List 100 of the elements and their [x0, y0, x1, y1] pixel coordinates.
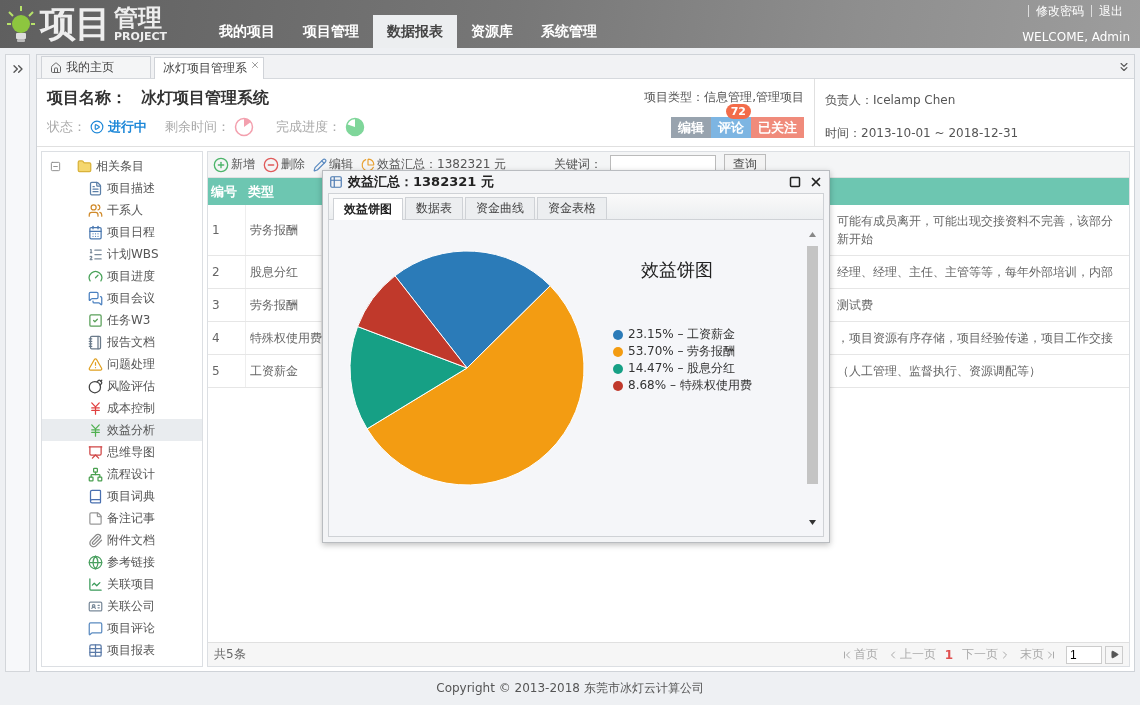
tree-item[interactable]: 流程设计 — [42, 463, 202, 485]
table-cell: 2 — [208, 255, 245, 289]
play-icon — [1109, 650, 1119, 659]
tree-item[interactable]: 关联项目 — [42, 573, 202, 595]
table-cell: 工资薪金 — [245, 354, 321, 388]
remaining-label: 剩余时间： — [165, 118, 230, 136]
tree-item[interactable]: 附件文档 — [42, 529, 202, 551]
tree-item[interactable]: 问题处理 — [42, 353, 202, 375]
table-cell: 4 — [208, 321, 245, 355]
table-cell-text: 可能有成员离开，可能出现交接资料不完善，该部分新开始 — [837, 213, 1114, 248]
tree-item[interactable]: 项目评论 — [42, 617, 202, 639]
document-icon — [88, 180, 103, 196]
table-cell: 劳务报酬 — [245, 288, 321, 322]
note-icon — [88, 510, 103, 526]
calendar-icon — [88, 224, 103, 240]
close-icon[interactable] — [809, 175, 823, 189]
tree-root[interactable]: 相关条目 — [96, 157, 144, 175]
table-icon — [329, 175, 343, 189]
table-cell: 5 — [208, 354, 245, 388]
warning-icon — [88, 356, 103, 372]
current-page: 1 — [944, 647, 953, 662]
progress-label: 完成进度： — [276, 118, 341, 136]
dialog-tab[interactable]: 数据表 — [405, 197, 463, 219]
id-card-icon — [88, 598, 103, 614]
column-header: 类型 — [245, 178, 321, 205]
pie-chart-icon — [361, 157, 375, 172]
edit-button[interactable]: 编辑 — [313, 156, 353, 173]
home-icon — [50, 61, 62, 74]
bomb-icon — [88, 378, 103, 394]
nav-tab[interactable]: 系统管理 — [527, 15, 611, 48]
add-button[interactable]: 新增 — [213, 156, 255, 173]
legend-label: 8.68% – 特殊权使用费 — [628, 377, 752, 394]
welcome-text: WELCOME, Admin — [1022, 30, 1130, 44]
delete-button[interactable]: 删除 — [263, 156, 305, 173]
status-label: 状态： — [47, 118, 86, 136]
network-icon — [88, 466, 103, 482]
tree-item[interactable]: 成本控制 — [42, 397, 202, 419]
nav-tab[interactable]: 资源库 — [457, 15, 527, 48]
page-field[interactable]: 1 — [1066, 645, 1102, 664]
yen-icon — [88, 400, 103, 416]
page-tab[interactable]: 我的主页 — [41, 56, 151, 78]
column-header: 编号 — [208, 178, 245, 205]
table-cell: 股息分红 — [245, 255, 321, 289]
project-type: 项目类型：信息管理,管理项目 — [644, 89, 804, 106]
pie-icon — [345, 117, 365, 137]
dialog-tab[interactable]: 效益饼图 — [333, 198, 403, 220]
tree-item[interactable]: 关联公司 — [42, 595, 202, 617]
lightbulb-icon — [6, 4, 36, 44]
tree-item[interactable]: 报告文档 — [42, 331, 202, 353]
project-name-label: 项目名称： — [47, 88, 127, 109]
total-count: 共5条 — [214, 646, 246, 663]
table-cell-text: ，项目资源有序存储，项目经验传递，项目工作交接 — [837, 330, 1114, 347]
tree-item[interactable]: 项目日程 — [42, 221, 202, 243]
project-name: 冰灯项目管理系统 — [141, 88, 269, 109]
copyright-text: Copyright © 2013-2018 东莞市冰灯云计算公司 — [436, 680, 704, 697]
logo-title: 项目 — [40, 6, 110, 42]
period-text: 时间：2013-10-01 ~ 2018-12-31 — [825, 125, 1020, 142]
tree-item[interactable]: 项目报表 — [42, 639, 202, 661]
summary-button[interactable]: 效益汇总：1382321 元 — [361, 156, 507, 173]
tree-item[interactable]: 项目会议 — [42, 287, 202, 309]
page-tab[interactable]: 冰灯项目管理系 — [154, 57, 264, 79]
table-icon — [88, 642, 103, 658]
tree-item[interactable]: 思维导图 — [42, 441, 202, 463]
table-cell-text: 测试费 — [837, 297, 874, 314]
tree-item[interactable]: 项目描述 — [42, 177, 202, 199]
chart-title: 效益饼图 — [641, 258, 714, 282]
nav-tab[interactable]: 我的项目 — [205, 15, 289, 48]
dialog-tab[interactable]: 资金表格 — [537, 197, 607, 219]
table-cell-text: 经理、经理、主任、主管等等，每年外部培训，内部 — [837, 264, 1114, 281]
tree-item[interactable]: 项目词典 — [42, 485, 202, 507]
tree-item[interactable]: 项目进度 — [42, 265, 202, 287]
go-button[interactable] — [1105, 645, 1123, 664]
nav-tab[interactable]: 项目管理 — [289, 15, 373, 48]
users-icon — [88, 202, 103, 218]
list-icon — [88, 246, 103, 262]
dialog-tab[interactable]: 资金曲线 — [465, 197, 535, 219]
keyword-label: 关键词： — [554, 156, 603, 173]
logo-subtitle: PROJECT — [114, 31, 168, 42]
table-cell: 1 — [208, 205, 245, 256]
tree-item[interactable]: 风险评估 — [42, 375, 202, 397]
status-value: 进行中 — [108, 118, 147, 136]
book-icon — [88, 488, 103, 504]
gauge-icon — [88, 268, 103, 284]
tree-item[interactable]: 计划WBS — [42, 243, 202, 265]
nav-tab[interactable]: 数据报表 — [373, 15, 457, 48]
collapse-icon[interactable] — [50, 160, 61, 172]
maximize-icon[interactable] — [789, 176, 801, 188]
comment-icon — [88, 620, 103, 636]
tree-item[interactable]: 任务W3 — [42, 309, 202, 331]
paperclip-icon — [88, 532, 103, 548]
dialog-title: 效益汇总：1382321 元 — [348, 173, 494, 191]
legend-label: 23.15% – 工资薪金 — [628, 326, 736, 343]
tree-item[interactable]: 参考链接 — [42, 551, 202, 573]
play-icon — [90, 120, 104, 134]
tree-item[interactable]: 干系人 — [42, 199, 202, 221]
notebook-icon — [88, 334, 103, 350]
count-badge: 72 — [725, 104, 751, 119]
tree-item[interactable]: 备注记事 — [42, 507, 202, 529]
tree-item[interactable]: 效益分析 — [42, 419, 202, 441]
table-cell-text: （人工管理、监督执行、资源调配等） — [837, 363, 1042, 380]
